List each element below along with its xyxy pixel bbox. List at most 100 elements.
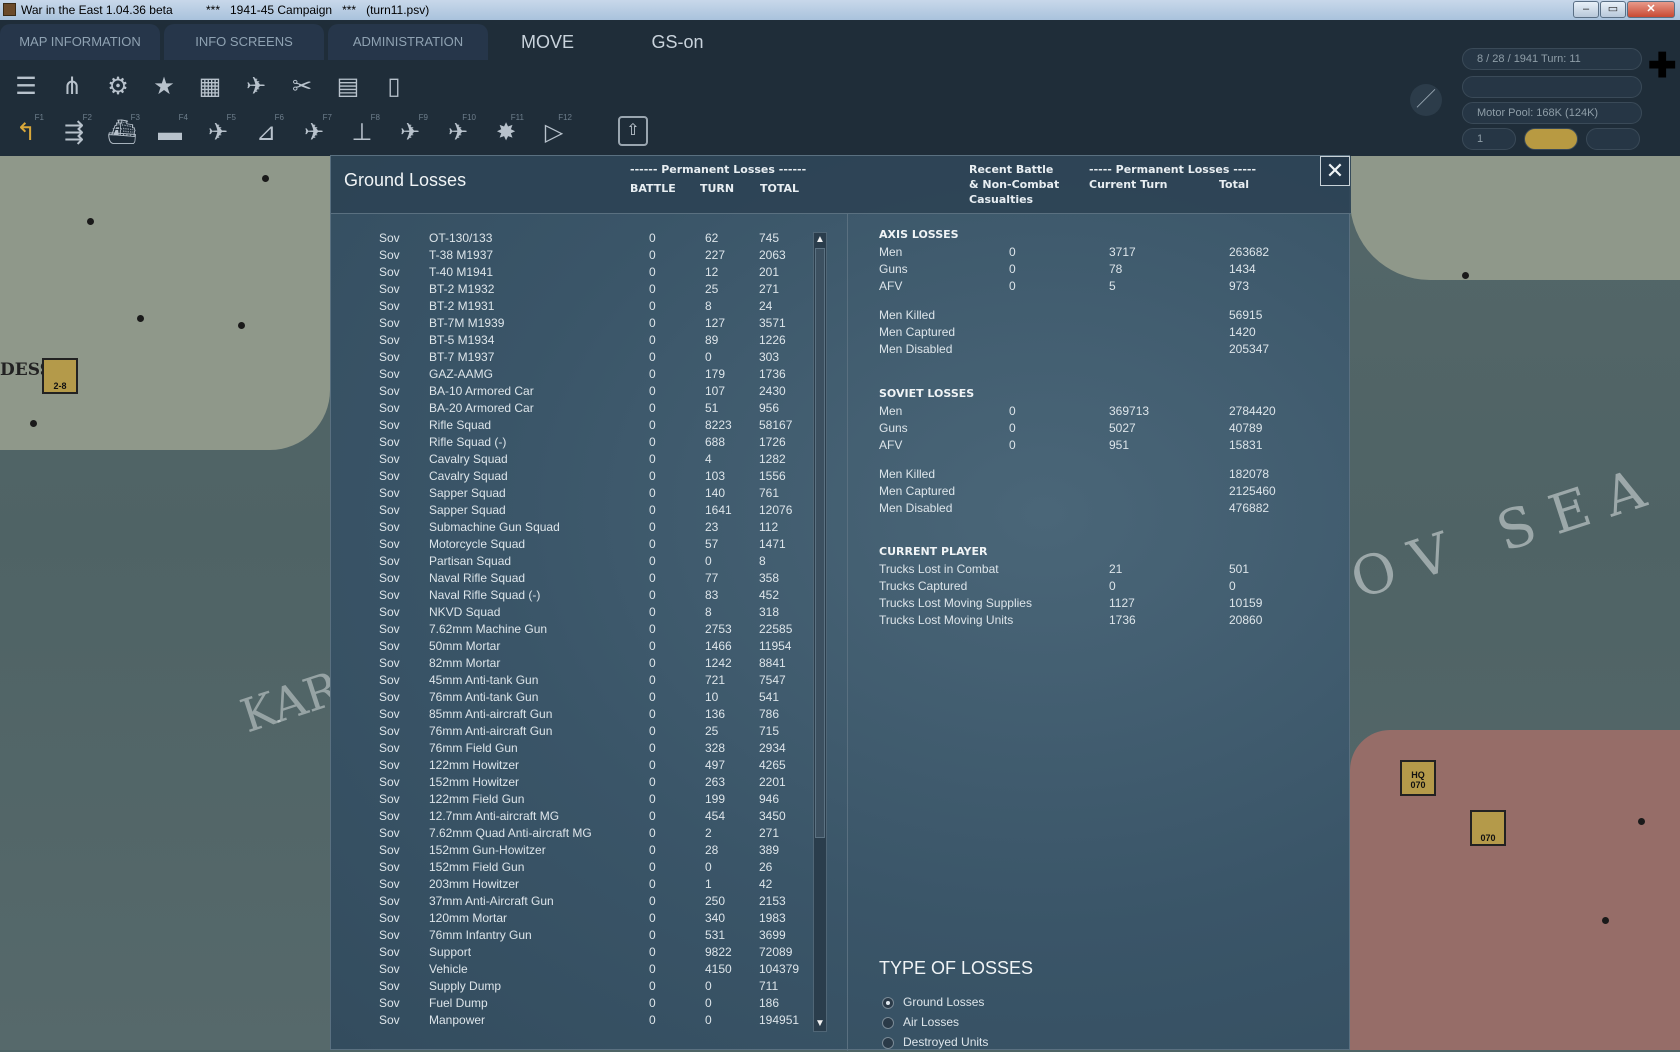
air-attack-icon[interactable]: ✈ F7 <box>294 113 334 153</box>
rail-icon[interactable]: ⇶ F2 <box>54 113 94 153</box>
supply-depot-icon[interactable]: ▤ <box>328 67 368 107</box>
upload-icon[interactable]: ⇧ <box>618 116 648 146</box>
tab-info-screens[interactable]: INFO SCREENS <box>164 24 324 60</box>
battle-cell: 0 <box>649 996 656 1010</box>
battle-cell: 0 <box>649 401 656 415</box>
battle-cell: 0 <box>649 741 656 755</box>
air-transfer-icon[interactable]: ⊿ F6 <box>246 113 286 153</box>
small-value-readout: 1 <box>1462 128 1516 150</box>
radio-button[interactable] <box>882 1017 894 1029</box>
table-row: Sov Naval Rifle Squad 0 77 358 <box>379 571 799 588</box>
element-name-cell: Sapper Squad <box>429 503 506 517</box>
side-cell: Sov <box>379 282 400 296</box>
pencil-icon[interactable]: ／ <box>1410 84 1442 116</box>
total-cell: 761 <box>759 486 780 500</box>
side-cell: Sov <box>379 367 400 381</box>
scroll-down-button[interactable]: ▼ <box>814 1017 826 1031</box>
element-name-cell: 7.62mm Machine Gun <box>429 622 548 636</box>
table-row: Sov BT-5 M1934 0 89 1226 <box>379 333 799 350</box>
turn-cell: 179 <box>705 367 726 381</box>
maximize-button[interactable]: ▭ <box>1600 1 1626 18</box>
fighter-icon[interactable]: ✈ F9 <box>390 113 430 153</box>
soviet-losses-heading: SOVIET LOSSES <box>879 387 975 400</box>
weather-icon[interactable]: ▦ <box>190 67 230 107</box>
move-path-icon[interactable]: ↰ F1 <box>6 113 46 153</box>
date-turn-readout: 8 / 28 / 1941 Turn: 11 <box>1462 48 1642 70</box>
unit-counter-infantry[interactable]: 070 <box>1470 810 1506 846</box>
turn-cell: 127 <box>705 316 726 330</box>
unit-counter-hq[interactable]: HQ 070 <box>1400 760 1436 796</box>
battle-cell: 0 <box>649 605 656 619</box>
total-cell: 452 <box>759 588 780 602</box>
side-cell: Sov <box>379 945 400 959</box>
summary-battle: 0 <box>1009 421 1016 435</box>
gear-icon[interactable]: ⚙ <box>98 67 138 107</box>
turn-cell: 0 <box>705 1013 712 1027</box>
satellite-icon[interactable]: ✂ <box>282 67 322 107</box>
unit-strength: 2-8 <box>53 381 67 391</box>
table-row: Sov BT-7M M1939 0 127 3571 <box>379 316 799 333</box>
ship-icon[interactable]: ▬ F4 <box>150 113 190 153</box>
window-close-button[interactable]: ✕ <box>1627 1 1675 18</box>
total-cell: 2430 <box>759 384 786 398</box>
element-name-cell: Partisan Squad <box>429 554 512 568</box>
right-group-header: ----- Permanent Losses ----- <box>1089 163 1257 176</box>
summary-turn: 1736 <box>1109 613 1136 627</box>
turn-cell: 497 <box>705 758 726 772</box>
total-cell: 2063 <box>759 248 786 262</box>
loss-type-option[interactable]: Destroyed Units <box>879 1034 1079 1052</box>
summary-turn: 5 <box>1109 279 1116 293</box>
side-cell: Sov <box>379 452 400 466</box>
element-name-cell: 76mm Field Gun <box>429 741 518 755</box>
interdiction-icon[interactable]: ✈ F10 <box>438 113 478 153</box>
side-cell: Sov <box>379 758 400 772</box>
summary-turn: 0 <box>1109 579 1116 593</box>
unit-counters-icon[interactable]: ⋔ <box>52 67 92 107</box>
unit-counter-soviet[interactable]: 2-8 <box>42 358 78 394</box>
naval-icon[interactable]: ⛴ F3 <box>102 113 142 153</box>
summary-total: 263682 <box>1229 245 1270 259</box>
summary-label: Men Killed <box>879 308 936 322</box>
table-row: Sov NKVD Squad 0 8 318 <box>379 605 799 622</box>
table-row: Sov 120mm Mortar 0 340 1983 <box>379 911 799 928</box>
close-button[interactable]: ✕ <box>1320 156 1350 186</box>
tab-map-information[interactable]: MAP INFORMATION <box>0 24 160 60</box>
col-header-battle: BATTLE <box>630 182 676 195</box>
turn-cell: 25 <box>705 282 719 296</box>
bomber-icon[interactable]: ⊥ F8 <box>342 113 382 153</box>
star-icon[interactable]: ★ <box>144 67 184 107</box>
summary-label: AFV <box>879 279 903 293</box>
gs-toggle-button[interactable]: GS-on <box>630 24 725 60</box>
move-mode-button[interactable]: MOVE <box>500 24 595 60</box>
city-marker <box>1638 818 1645 825</box>
loss-type-option[interactable]: Ground Losses <box>879 994 1079 1012</box>
scroll-thumb[interactable] <box>815 248 825 838</box>
element-name-cell: GAZ-AAMG <box>429 367 494 381</box>
loss-type-option[interactable]: Air Losses <box>879 1014 1079 1032</box>
tab-administration[interactable]: ADMINISTRATION <box>328 24 488 60</box>
minimize-button[interactable]: – <box>1573 1 1599 18</box>
side-cell: Sov <box>379 622 400 636</box>
scrollbar[interactable]: ▲ ▼ <box>813 232 827 1032</box>
battle-cell: 0 <box>649 350 656 364</box>
table-row: Sov 82mm Mortar 0 1242 8841 <box>379 656 799 673</box>
element-name-cell: Manpower <box>429 1013 486 1027</box>
play-icon[interactable]: ▷ F12 <box>534 113 574 153</box>
radio-button[interactable] <box>882 997 894 1009</box>
battle-cell: 0 <box>649 537 656 551</box>
scroll-up-button[interactable]: ▲ <box>814 233 826 247</box>
element-name-cell: 122mm Field Gun <box>429 792 525 806</box>
summary-total: 1420 <box>1229 325 1256 339</box>
air-recon-icon[interactable]: ✈ F5 <box>198 113 238 153</box>
air-missions-icon[interactable]: ✈ <box>236 67 276 107</box>
summary-label: Trucks Lost Moving Supplies <box>879 596 1032 610</box>
radio-button[interactable] <box>882 1037 894 1049</box>
explosion-icon[interactable]: ✸ F11 <box>486 113 526 153</box>
battle-cell: 0 <box>649 673 656 687</box>
battle-cell: 0 <box>649 1013 656 1027</box>
fkey-label: F10 <box>462 113 476 122</box>
layers-icon[interactable]: ☰ <box>6 67 46 107</box>
battle-cell: 0 <box>649 945 656 959</box>
ground-losses-dialog: Ground Losses ------ Permanent Losses --… <box>330 155 1351 1052</box>
clipboard-icon[interactable]: ▯ <box>374 67 414 107</box>
